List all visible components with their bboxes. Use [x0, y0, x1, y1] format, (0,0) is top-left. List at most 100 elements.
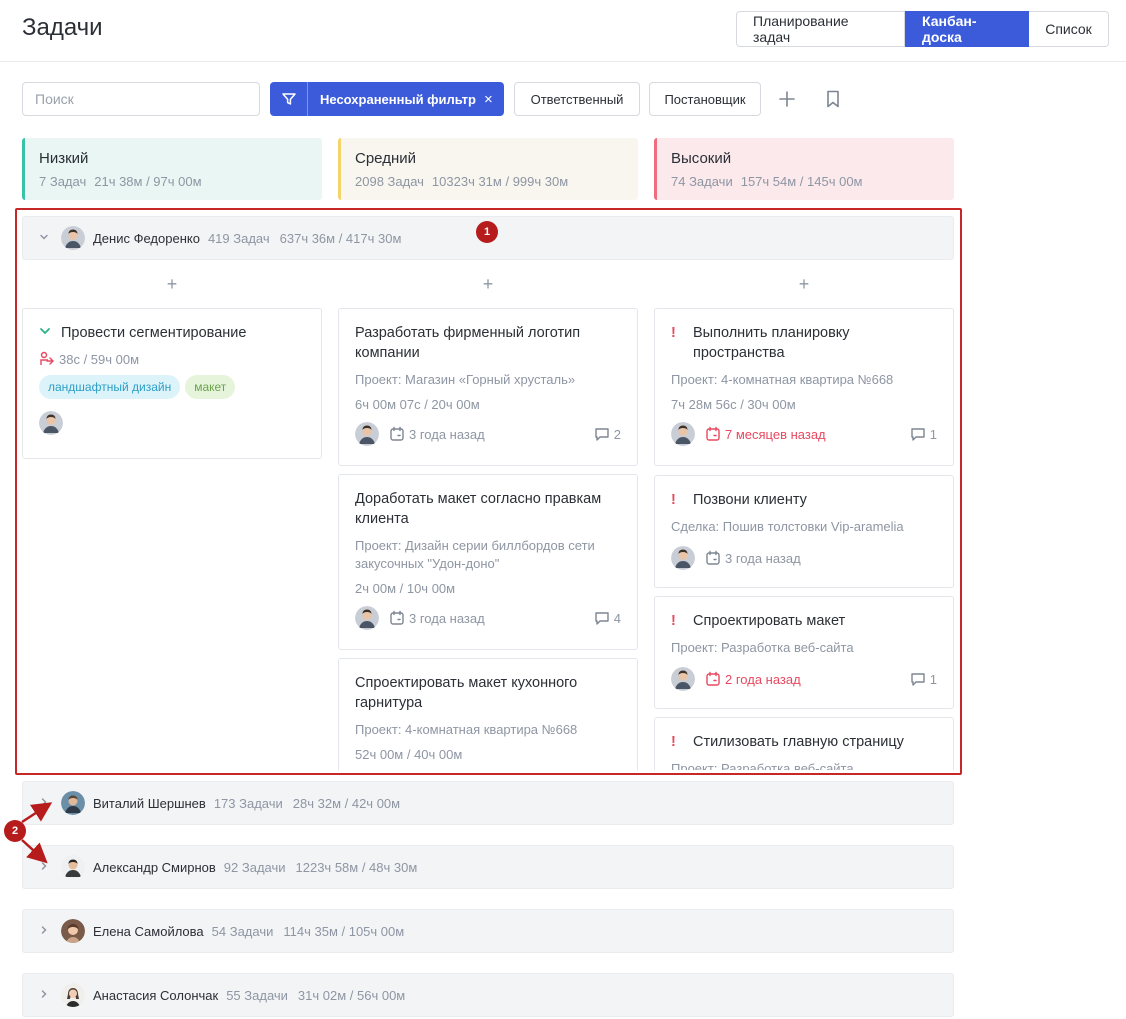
- avatar: [61, 855, 85, 879]
- column-header-low: Низкий 7 Задач 21ч 38м / 97ч 00м: [22, 138, 322, 200]
- chevron-right-icon[interactable]: [39, 860, 53, 874]
- calendar-icon: [706, 550, 720, 565]
- view-switcher: Планирование задач Канбан-доска Список: [736, 11, 1109, 47]
- view-list-button[interactable]: Список: [1029, 11, 1109, 47]
- comment-icon: [911, 428, 925, 441]
- filter-icon: [270, 82, 308, 116]
- chevron-right-icon[interactable]: [39, 988, 53, 1002]
- overdue-time-icon: [39, 351, 55, 367]
- avatar: [355, 606, 379, 630]
- page-header: Задачи Планирование задач Канбан-доска С…: [0, 0, 1126, 62]
- task-card[interactable]: Спроектировать макет кухонного гарнитура…: [338, 658, 638, 770]
- task-time: 7ч 28м 56с / 30ч 00м: [671, 397, 796, 412]
- group-name: Виталий Шершнев: [93, 795, 206, 811]
- task-time: 52ч 00м / 40ч 00м: [355, 747, 463, 762]
- column-count: 74 Задачи: [671, 174, 733, 189]
- filter-label: Несохраненный фильтр: [320, 91, 476, 107]
- chevron-down-icon[interactable]: [39, 231, 53, 245]
- chevron-right-icon[interactable]: [39, 796, 53, 810]
- bookmark-icon[interactable]: [819, 85, 847, 113]
- task-due-date: 3 года назад: [409, 426, 485, 442]
- group-row-elena[interactable]: Елена Самойлова 54 Задачи 114ч 35м / 105…: [22, 909, 954, 953]
- task-card[interactable]: Провести сегментирование 38с / 59ч 00м л…: [22, 308, 322, 459]
- group-count: 173 Задачи: [213, 795, 283, 811]
- task-card[interactable]: ! Позвони клиенту Сделка: Пошив толстовки…: [654, 475, 954, 588]
- task-time: 2ч 00м / 10ч 00м: [355, 581, 456, 596]
- task-project: Проект: Магазин «Горный хрусталь»: [355, 372, 576, 387]
- group-row-aleksandr[interactable]: Александр Смирнов 92 Задачи 1223ч 58м / …: [22, 845, 954, 889]
- chevron-right-icon[interactable]: [39, 924, 53, 938]
- tag[interactable]: макет: [185, 375, 236, 399]
- comment-icon: [911, 673, 925, 686]
- column-hours: 10323ч 31м / 999ч 30м: [431, 174, 569, 189]
- view-kanban-button[interactable]: Канбан-доска: [905, 11, 1029, 47]
- priority-icon: !: [671, 492, 676, 508]
- task-title: Провести сегментирование: [61, 325, 247, 341]
- task-card[interactable]: Разработать фирменный логотип компании П…: [338, 308, 638, 466]
- task-due-date: 2 года назад: [725, 671, 801, 687]
- column-title: Высокий: [671, 150, 732, 167]
- group-count: 419 Задач: [207, 230, 270, 246]
- task-time: 38с / 59ч 00м: [59, 351, 140, 367]
- task-due-date: 3 года назад: [725, 550, 801, 566]
- calendar-icon: [706, 426, 720, 441]
- column-hours: 21ч 38м / 97ч 00м: [94, 174, 202, 189]
- comment-count: 2: [613, 426, 621, 442]
- group-hours: 114ч 35м / 105ч 00м: [283, 923, 405, 939]
- responsible-filter-button[interactable]: Ответственный: [514, 82, 640, 116]
- avatar: [39, 411, 63, 435]
- group-count: 55 Задачи: [226, 987, 288, 1003]
- task-due-date: 7 месяцев назад: [725, 426, 826, 442]
- group-row-vitaliy[interactable]: Виталий Шершнев 173 Задачи 28ч 32м / 42ч…: [22, 781, 954, 825]
- group-count: 54 Задачи: [211, 923, 274, 939]
- group-hours: 28ч 32м / 42ч 00м: [292, 795, 401, 811]
- group-row-anastasia[interactable]: Анастасия Солончак 55 Задачи 31ч 02м / 5…: [22, 973, 954, 1017]
- column-header-high: Высокий 74 Задачи 157ч 54м / 145ч 00м: [654, 138, 954, 200]
- tag[interactable]: ландшафтный дизайн: [39, 375, 181, 399]
- comment-count: 4: [613, 610, 621, 626]
- task-project: Сделка: Пошив толстовки Vip-aramelia: [671, 519, 904, 534]
- group-name: Александр Смирнов: [93, 859, 216, 875]
- priority-icon: !: [671, 734, 676, 750]
- column-count: 2098 Задач: [355, 174, 424, 189]
- task-project: Проект: 4-комнатная квартира №668: [355, 722, 578, 737]
- task-project: Проект: Разработка веб-сайта: [671, 640, 854, 655]
- comment-count: 1: [929, 426, 937, 442]
- assigner-filter-button[interactable]: Постановщик: [649, 82, 761, 116]
- task-card[interactable]: Доработать макет согласно правкам клиент…: [338, 474, 638, 650]
- task-title: Стилизовать главную страницу: [693, 734, 904, 750]
- task-card[interactable]: ! Спроектировать макет Проект: Разработка…: [654, 596, 954, 709]
- column-count: 7 Задач: [39, 174, 87, 189]
- group-hours: 31ч 02м / 56ч 00м: [297, 987, 406, 1003]
- task-card[interactable]: ! Выполнить планировку пространства Проек…: [654, 308, 954, 466]
- view-planning-button[interactable]: Планирование задач: [736, 11, 905, 47]
- task-project: Проект: Дизайн серии биллбордов сети зак…: [355, 538, 595, 571]
- task-title: Спроектировать макет: [693, 613, 846, 629]
- avatar: [671, 667, 695, 691]
- group-name: Анастасия Солончак: [93, 987, 219, 1003]
- avatar: [671, 422, 695, 446]
- avatar: [61, 226, 85, 250]
- task-project: Проект: 4-комнатная квартира №668: [671, 372, 894, 387]
- search-input[interactable]: [22, 82, 260, 116]
- chevron-down-icon: [39, 323, 61, 343]
- calendar-icon: [390, 426, 404, 441]
- filter-button[interactable]: Несохраненный фильтр ×: [270, 82, 504, 116]
- group-name: Елена Самойлова: [93, 923, 204, 939]
- group-name: Денис Федоренко: [93, 230, 200, 246]
- task-card[interactable]: ! Стилизовать главную страницу Проект: Ра…: [654, 717, 954, 770]
- calendar-icon: [390, 610, 404, 625]
- task-project: Проект: Разработка веб-сайта: [671, 761, 854, 770]
- avatar: [61, 791, 85, 815]
- page-title: Задачи: [22, 14, 103, 41]
- plus-icon[interactable]: [773, 85, 801, 113]
- group-hours: 637ч 36м / 417ч 30м: [279, 230, 402, 246]
- avatar: [61, 919, 85, 943]
- group-count: 92 Задачи: [223, 859, 286, 875]
- annotation-badge-2: 2: [4, 820, 26, 842]
- task-title: Позвони клиенту: [693, 492, 807, 508]
- close-icon[interactable]: ×: [484, 91, 493, 108]
- column-title: Низкий: [39, 150, 89, 167]
- avatar: [355, 422, 379, 446]
- priority-icon: !: [671, 325, 676, 341]
